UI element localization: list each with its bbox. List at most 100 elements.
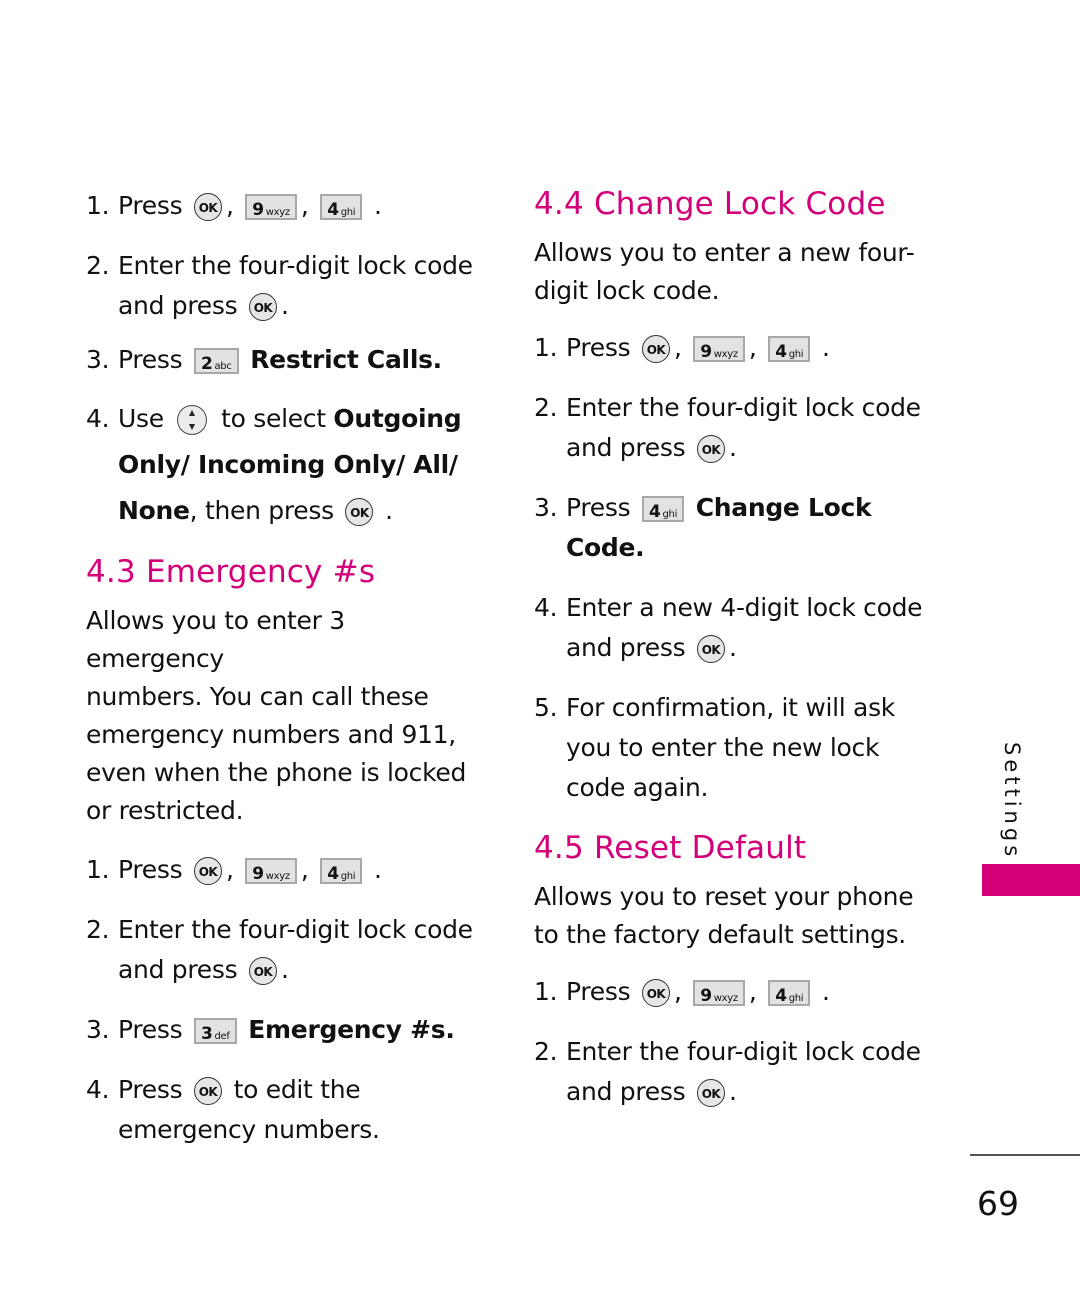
step-text: emergency numbers. — [118, 1115, 380, 1144]
key-letters: wxyz — [265, 871, 290, 882]
description-line: Allows you to enter 3 emergency — [86, 606, 345, 673]
separator: . — [728, 433, 737, 462]
description-line: Allows you to reset your phone — [534, 882, 914, 911]
ok-key-icon: OK — [248, 957, 277, 985]
step-item: 4. Press OK to edit the emergency number… — [86, 1070, 486, 1150]
ok-key-icon: OK — [193, 193, 222, 221]
section-heading-emergency: 4.3 Emergency #s — [86, 554, 376, 590]
step-text: Press — [118, 1015, 183, 1044]
menu-option-label: Outgoing — [333, 404, 462, 433]
step-number: 2. — [534, 1037, 558, 1066]
step-text: code again. — [566, 773, 709, 802]
step-item: 3. Press 2 abc Restrict Calls. — [86, 340, 486, 380]
key-9-icon: 9 wxyz — [693, 336, 745, 362]
step-text: , then press — [189, 496, 334, 525]
left-column: 1. Press OK, 9 wxyz, 4 ghi . 2. Enter the … — [86, 186, 486, 1150]
step-text: Press — [118, 345, 183, 374]
step-text: For confirmation, it will ask — [566, 693, 895, 722]
step-number: 4. — [534, 593, 558, 622]
key-digit: 9 — [700, 986, 712, 1006]
key-digit: 9 — [700, 342, 712, 362]
step-text: to select — [221, 404, 326, 433]
key-9-icon: 9 wxyz — [245, 194, 297, 220]
step-text: Enter the four-digit lock code — [566, 393, 921, 422]
separator: . — [280, 291, 289, 320]
menu-option-label: Code. — [566, 533, 645, 562]
step-text: and press — [566, 433, 686, 462]
arrow-up-icon — [189, 410, 196, 416]
key-letters: ghi — [788, 349, 804, 360]
step-number: 1. — [534, 977, 558, 1006]
step-item: 3. Press 4 ghi Change Lock Code. — [534, 488, 934, 568]
separator: , — [748, 977, 757, 1006]
key-letters: ghi — [662, 509, 678, 520]
menu-option-label: Change Lock — [695, 493, 872, 522]
right-column: 4.4 Change Lock Code Allows you to enter… — [534, 186, 934, 1112]
key-2-icon: 2 abc — [193, 348, 239, 374]
section-description: Allows you to reset your phone to the fa… — [534, 878, 934, 954]
step-text: Press — [118, 855, 183, 884]
step-item: 5. For confirmation, it will ask you to … — [534, 688, 934, 808]
step-number: 4. — [86, 404, 110, 433]
separator: , — [300, 855, 309, 884]
separator: . — [728, 633, 737, 662]
description-line: emergency numbers and 911, — [86, 720, 456, 749]
key-4-icon: 4 ghi — [320, 858, 363, 884]
ok-key-icon: OK — [345, 498, 374, 526]
key-4-icon: 4 ghi — [320, 194, 363, 220]
chapter-tab-marker — [982, 864, 1080, 896]
section-description: Allows you to enter 3 emergency numbers.… — [86, 602, 486, 830]
key-digit: 9 — [252, 864, 264, 884]
description-line: numbers. You can call these — [86, 682, 429, 711]
step-number: 2. — [86, 915, 110, 944]
separator: , — [225, 191, 234, 220]
ok-key-icon: OK — [641, 335, 670, 363]
step-number: 3. — [86, 345, 110, 374]
step-text: Enter the four-digit lock code — [118, 251, 473, 280]
section-description: Allows you to enter a new four- digit lo… — [534, 234, 934, 310]
menu-option-label: None — [118, 496, 190, 525]
step-number: 2. — [86, 251, 110, 280]
step-item: 3. Press 3 def Emergency #s. — [86, 1010, 486, 1050]
page-number: 69 — [977, 1184, 1019, 1223]
ok-key-icon: OK — [696, 435, 725, 463]
key-digit: 2 — [200, 354, 213, 374]
description-line: even when the phone is locked — [86, 758, 467, 787]
step-text: and press — [566, 633, 686, 662]
key-4-icon: 4 ghi — [768, 980, 811, 1006]
step-text: Press — [118, 1075, 183, 1104]
separator: . — [821, 333, 830, 362]
separator: . — [821, 977, 830, 1006]
key-digit: 9 — [252, 200, 264, 220]
step-text: Use — [118, 404, 164, 433]
step-text: Press — [566, 977, 631, 1006]
key-letters: wxyz — [713, 993, 738, 1004]
step-text: to edit the — [233, 1075, 361, 1104]
separator: , — [673, 333, 682, 362]
ok-key-icon: OK — [193, 1077, 222, 1105]
step-text: Press — [118, 191, 183, 220]
step-number: 2. — [534, 393, 558, 422]
ok-key-icon: OK — [641, 979, 670, 1007]
key-digit: 3 — [200, 1024, 213, 1044]
step-number: 3. — [534, 493, 558, 522]
ok-key-icon: OK — [696, 1079, 725, 1107]
separator: , — [673, 977, 682, 1006]
separator: , — [748, 333, 757, 362]
key-digit: 4 — [775, 986, 787, 1006]
key-digit: 4 — [648, 502, 661, 522]
key-letters: ghi — [340, 207, 356, 218]
ok-key-icon: OK — [193, 857, 222, 885]
separator: , — [225, 855, 234, 884]
step-text: and press — [118, 955, 238, 984]
key-letters: wxyz — [265, 207, 290, 218]
key-letters: def — [214, 1031, 230, 1042]
description-line: to the factory default settings. — [534, 920, 906, 949]
menu-option-label: Restrict Calls. — [250, 345, 442, 374]
key-letters: wxyz — [713, 349, 738, 360]
step-text: Press — [566, 493, 631, 522]
step-item: 2. Enter the four-digit lock code and pr… — [86, 910, 486, 990]
step-item: 2. Enter the four-digit lock code and pr… — [534, 1032, 934, 1112]
description-line: Allows you to enter a new four- — [534, 238, 915, 267]
key-4-icon: 4 ghi — [641, 496, 685, 522]
